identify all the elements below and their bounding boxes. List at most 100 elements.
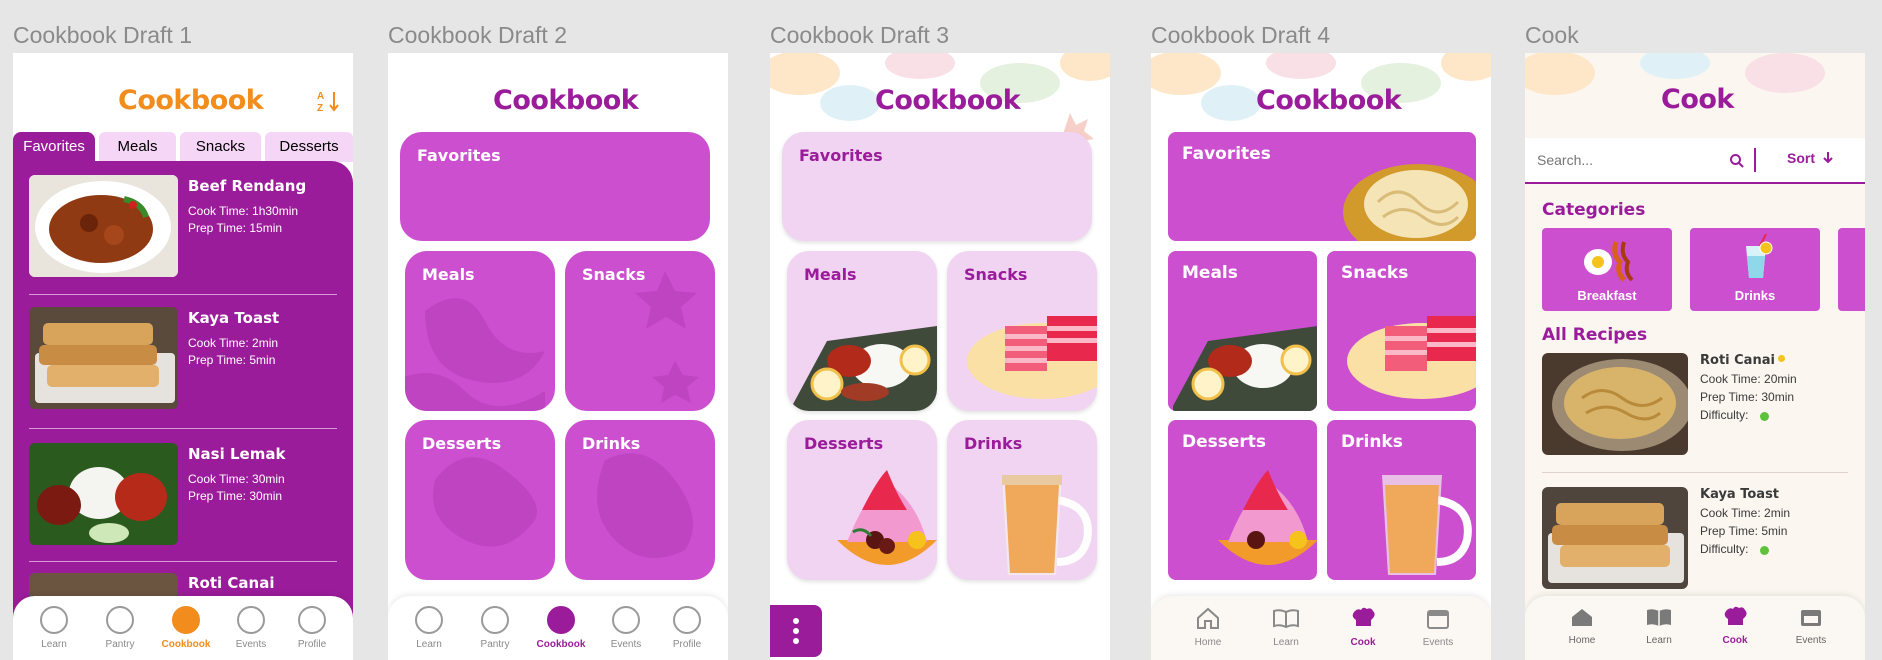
nav-pantry[interactable]: Pantry [90,606,150,650]
more-menu-button[interactable] [770,605,822,657]
bottom-nav: Learn Pantry Cookbook Events Profile [13,596,353,660]
tile-drinks[interactable]: Drinks [565,420,715,580]
nav-home[interactable]: Home [1552,606,1612,646]
category-breakfast[interactable]: Breakfast [1542,228,1672,311]
nav-cookbook[interactable]: Cookbook [156,606,216,650]
tile-drinks[interactable]: Drinks [947,420,1097,580]
search-input[interactable] [1535,148,1719,172]
nav-cookbook[interactable]: Cookbook [531,606,591,650]
recipe-name: Kaya Toast [1700,487,1780,502]
nav-cook[interactable]: Cook [1333,606,1393,648]
difficulty-easy-dot-icon [1760,546,1769,555]
tile-favorites[interactable]: Favorites [1168,132,1476,241]
tile-desserts[interactable]: Desserts [405,420,555,580]
nav-cook[interactable]: Cook [1705,606,1765,646]
tile-desserts[interactable]: Desserts [1168,420,1317,580]
recipe-cook-time: Cook Time: 2min [1700,506,1791,520]
nav-learn[interactable]: Learn [399,606,459,650]
tab-meals[interactable]: Meals [99,132,176,162]
nav-label: Learn [1646,635,1672,646]
favorite-dot-icon [1778,355,1785,362]
nasi-lemak-illustration [792,326,937,411]
learn-icon [40,606,68,634]
tab-bar: Favorites Meals Snacks Desserts [13,132,353,162]
recipe-card-roti-canai[interactable]: Roti Canai Cook Time: 20min Prep Time: 3… [1542,353,1857,457]
recipe-prep-time: Prep Time: 5min [1700,524,1788,538]
chef-hat-icon [1724,606,1747,625]
learn-icon [415,606,443,634]
nav-label: Events [610,639,642,650]
frame-title-cook: Cook [1525,22,1579,48]
tile-label: Favorites [799,146,883,165]
frame-draft-1: Cookbook A Z Favorites Meals Snacks Dess… [13,53,353,660]
tile-label: Drinks [1341,432,1403,452]
tile-label: Snacks [582,265,646,284]
tile-drinks[interactable]: Drinks [1327,420,1476,580]
nav-events[interactable]: Events [1408,606,1468,648]
sort-label: Sort [1787,150,1815,166]
book-icon [1647,609,1671,626]
recipe-card-nasi-lemak[interactable]: Nasi Lemak Cook Time: 30min Prep Time: 3… [29,443,339,548]
tile-label: Favorites [1182,144,1271,164]
tile-desserts[interactable]: Desserts [787,420,937,580]
recipe-card-beef-rendang[interactable]: Beef Rendang Cook Time: 1h30min Prep Tim… [29,175,339,280]
sort-alpha-icon[interactable]: A Z [316,89,342,114]
breakfast-icon [1584,241,1634,282]
app-logo: Cook [1661,84,1734,115]
tile-meals[interactable]: Meals [1168,251,1317,411]
nav-events[interactable]: Events [596,606,656,650]
nav-label: Cook [1350,637,1376,648]
category-drinks[interactable]: Drinks [1690,228,1820,311]
divider [29,294,337,295]
tile-snacks[interactable]: Snacks [1327,251,1476,411]
ais-kacang-illustration [1218,470,1317,565]
nav-events[interactable]: Events [221,606,281,650]
tile-label: Drinks [582,434,641,453]
tile-favorites[interactable]: Favorites [400,132,710,241]
nav-label: Home [1568,635,1596,646]
nav-learn[interactable]: Learn [1256,606,1316,648]
nasi-lemak-image [29,443,178,545]
nav-profile[interactable]: Profile [657,606,717,650]
bottom-nav: Home Learn Cook Events [1151,596,1491,660]
recipe-cook-time: Cook Time: 30min [188,472,285,486]
categories-heading: Categories [1542,200,1646,220]
nav-pantry[interactable]: Pantry [465,606,525,650]
tab-favorites[interactable]: Favorites [13,132,95,162]
divider [1542,472,1848,473]
nav-events[interactable]: Events [1781,606,1841,646]
tile-snacks[interactable]: Snacks [565,251,715,411]
tile-label: Snacks [1341,263,1409,283]
search-icon[interactable] [1729,153,1745,169]
frame-draft-3: Cookbook Favorites Meals Snacks Desserts… [770,53,1110,660]
tile-meals[interactable]: Meals [787,251,937,411]
app-logo: Cookbook [493,85,639,116]
calendar-icon [1801,610,1821,626]
recipe-card-kaya-toast[interactable]: Kaya Toast Cook Time: 2min Prep Time: 5m… [1542,487,1857,591]
more-vertical-icon [793,618,799,644]
recipe-difficulty: Difficulty: [1700,542,1749,556]
frame-title-draft-1: Cookbook Draft 1 [13,22,192,48]
roti-canai-image [1542,353,1688,455]
tile-label: Meals [422,265,475,284]
bottom-nav: Learn Pantry Cookbook Events Profile [388,596,728,660]
tab-snacks[interactable]: Snacks [180,132,261,162]
sort-button[interactable]: Sort [1787,150,1834,170]
tab-desserts[interactable]: Desserts [265,132,353,162]
nav-learn[interactable]: Learn [24,606,84,650]
nav-learn[interactable]: Learn [1629,606,1689,646]
nav-profile[interactable]: Profile [282,606,342,650]
tile-snacks[interactable]: Snacks [947,251,1097,411]
nav-label: Learn [1273,637,1299,648]
divider [29,428,337,429]
home-icon [1572,609,1592,626]
divider [29,561,337,562]
tile-favorites[interactable]: Favorites [782,132,1092,241]
frame-title-draft-4: Cookbook Draft 4 [1151,22,1330,48]
nav-label: Profile [297,639,327,650]
nav-home[interactable]: Home [1178,606,1238,648]
recipe-prep-time: Prep Time: 30min [1700,390,1795,404]
recipe-card-kaya-toast[interactable]: Kaya Toast Cook Time: 2min Prep Time: 5m… [29,307,339,412]
tile-meals[interactable]: Meals [405,251,555,411]
category-next-partial[interactable] [1838,228,1865,311]
